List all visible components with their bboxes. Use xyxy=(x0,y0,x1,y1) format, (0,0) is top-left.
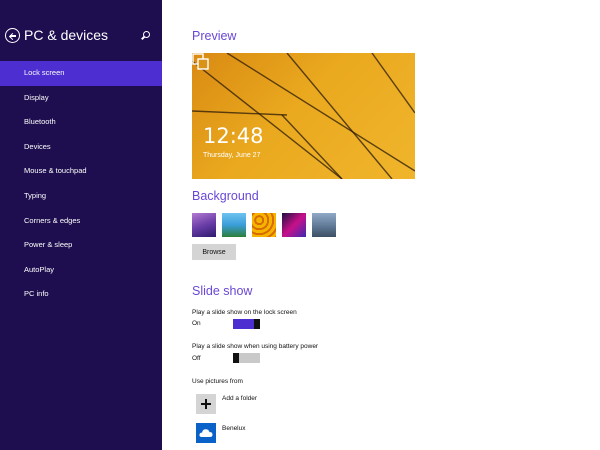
background-thumbnail[interactable] xyxy=(192,213,216,237)
lock-screen-slideshow-toggle[interactable] xyxy=(233,319,260,329)
toggle-knob xyxy=(233,353,239,363)
lock-screen-slideshow-state: On xyxy=(192,320,201,327)
lock-screen-preview: 12:48 Thursday, June 27 xyxy=(192,53,415,179)
sidebar-item-typing[interactable]: Typing xyxy=(0,184,162,209)
use-pictures-from-label: Use pictures from xyxy=(192,378,243,385)
background-thumbnail[interactable] xyxy=(222,213,246,237)
background-thumbnail[interactable] xyxy=(282,213,306,237)
battery-slideshow-toggle[interactable] xyxy=(233,353,260,363)
preview-time: 12:48 xyxy=(203,124,264,148)
sidebar-item-autoplay[interactable]: AutoPlay xyxy=(0,258,162,283)
sidebar-nav: Lock screen Display Bluetooth Devices Mo… xyxy=(0,61,162,307)
add-folder-label[interactable]: Add a folder xyxy=(222,395,257,402)
sidebar-item-lock-screen[interactable]: Lock screen xyxy=(0,61,162,86)
background-thumbnail[interactable] xyxy=(312,213,336,237)
sidebar-header: PC & devices xyxy=(0,22,162,52)
background-heading: Background xyxy=(192,189,259,203)
sidebar-item-pc-info[interactable]: PC info xyxy=(0,282,162,307)
sidebar-title: PC & devices xyxy=(24,27,109,43)
sidebar-item-mouse-touchpad[interactable]: Mouse & touchpad xyxy=(0,159,162,184)
folder-benelux-label[interactable]: Benelux xyxy=(222,425,246,432)
sidebar-item-display[interactable]: Display xyxy=(0,86,162,111)
battery-slideshow-state: Off xyxy=(192,355,201,362)
sidebar-item-bluetooth[interactable]: Bluetooth xyxy=(0,110,162,135)
slideshow-icon xyxy=(192,53,209,70)
sidebar-item-devices[interactable]: Devices xyxy=(0,135,162,160)
toggle-knob xyxy=(254,319,260,329)
plus-icon[interactable] xyxy=(196,394,216,414)
onedrive-icon[interactable] xyxy=(196,423,216,443)
cloud-icon xyxy=(199,429,213,437)
preview-wallpaper-lines xyxy=(192,53,415,179)
battery-slideshow-label: Play a slide show when using battery pow… xyxy=(192,343,319,350)
lock-screen-slideshow-label: Play a slide show on the lock screen xyxy=(192,309,297,316)
slide-show-heading: Slide show xyxy=(192,284,253,298)
sidebar-item-power-sleep[interactable]: Power & sleep xyxy=(0,233,162,258)
sidebar: PC & devices Lock screen Display Bluetoo… xyxy=(0,0,162,450)
background-thumbnail[interactable] xyxy=(252,213,276,237)
preview-heading: Preview xyxy=(192,29,237,43)
search-icon[interactable] xyxy=(143,31,150,38)
back-arrow-icon[interactable] xyxy=(5,28,20,43)
main-content: Preview 12:48 Thursday, June 27 Backgrou… xyxy=(192,0,600,450)
sidebar-item-corners-edges[interactable]: Corners & edges xyxy=(0,209,162,234)
preview-date: Thursday, June 27 xyxy=(203,152,261,159)
browse-button[interactable]: Browse xyxy=(192,244,236,260)
